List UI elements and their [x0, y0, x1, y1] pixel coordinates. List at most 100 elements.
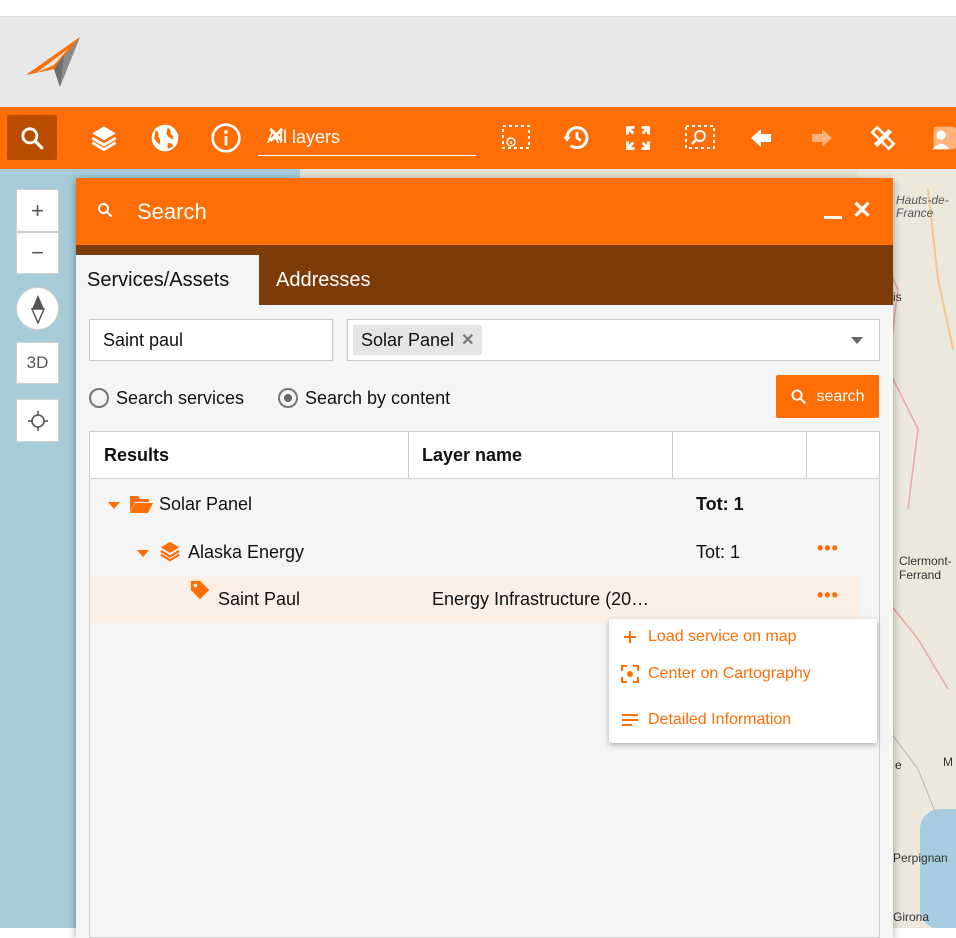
main-toolbar: All layers ✕ [0, 107, 956, 169]
user-icon [932, 126, 956, 150]
list-lines-icon [621, 713, 639, 727]
row-context-menu: Load service on map Center on Cartograph… [609, 619, 877, 743]
select-info-area-button[interactable] [499, 107, 533, 169]
layer-chip-label: Solar Panel [361, 329, 455, 350]
zoom-out-button[interactable]: − [16, 232, 59, 274]
search-icon [21, 126, 44, 149]
globe-icon [151, 124, 179, 152]
menu-item-load-service[interactable]: Load service on map [621, 625, 797, 649]
folder-open-icon [130, 496, 153, 513]
results-table-header: Results Layer name [90, 432, 879, 479]
map-label-fragment-m: M [943, 755, 953, 769]
column-header-total [673, 432, 807, 478]
menu-item-detailed-information[interactable]: Detailed Information [621, 708, 791, 732]
layer-multi-select[interactable]: Solar Panel ✕ [347, 319, 880, 361]
search-icon [98, 203, 113, 218]
arrow-right-icon [812, 129, 832, 147]
minimize-panel-button[interactable] [824, 216, 842, 219]
layers-icon [91, 126, 117, 152]
info-icon [211, 123, 241, 153]
menu-item-label: Load service on map [648, 628, 797, 645]
compass-button[interactable] [16, 287, 59, 330]
fullscreen-icon [626, 126, 650, 150]
map-label-region: Hauts-de-France [896, 193, 949, 220]
center-focus-icon [621, 665, 639, 683]
menu-item-label: Detailed Information [648, 711, 792, 728]
tab-services-assets[interactable]: Services/Assets [76, 255, 259, 305]
radio-circle-selected[interactable] [278, 388, 298, 408]
arrow-left-icon [751, 129, 771, 147]
expand-caret-icon[interactable] [108, 502, 120, 509]
compass-icon [30, 294, 45, 324]
app-logo [26, 37, 80, 87]
layers-button[interactable] [86, 107, 122, 169]
next-extent-button[interactable] [805, 107, 839, 169]
measure-tools-button[interactable] [866, 107, 900, 169]
radio-search-services[interactable]: Search services [89, 386, 244, 410]
search-button-label: search [816, 387, 865, 405]
map-label-fragment-e: e [895, 758, 902, 772]
history-button[interactable] [560, 107, 594, 169]
layers-icon [160, 541, 180, 562]
clear-layer-filter-button[interactable]: ✕ [267, 123, 468, 149]
search-panel-title: Search [137, 199, 207, 224]
search-query-input[interactable]: Saint paul [89, 319, 333, 361]
radio-label: Search services [116, 387, 245, 408]
app-header [0, 17, 956, 107]
map-label-fragment-is: is [893, 290, 902, 304]
column-header-layer-name: Layer name [409, 432, 673, 478]
search-panel: Search ✕ Services/Assets Addresses Saint… [76, 178, 893, 938]
remove-chip-button[interactable]: ✕ [461, 330, 474, 350]
tag-icon [190, 580, 210, 600]
map-label-girona: Girona [893, 910, 930, 924]
map-label-perpignan: Perpignan [893, 851, 948, 865]
row-actions-more-icon[interactable]: ••• [817, 585, 839, 606]
zoom-to-area-button[interactable] [682, 107, 718, 169]
row-label: Solar Panel [159, 494, 253, 514]
user-button[interactable] [928, 107, 956, 169]
locate-me-button[interactable] [16, 399, 59, 442]
plus-icon [621, 630, 639, 644]
search-icon [792, 389, 807, 404]
search-panel-header: Search ✕ [76, 178, 893, 245]
menu-item-center-cartography[interactable]: Center on Cartography [621, 662, 811, 686]
row-actions-more-icon[interactable]: ••• [817, 538, 839, 559]
dashed-selection-info-icon [502, 125, 530, 149]
layer-chip: Solar Panel ✕ [353, 325, 483, 355]
row-total: Tot: 1 [696, 494, 744, 514]
search-tabs: Services/Assets Addresses [76, 245, 893, 305]
row-label: Saint Paul [218, 589, 301, 609]
row-label: Alaska Energy [188, 542, 305, 562]
ruler-pencil-icon [870, 125, 896, 151]
column-header-actions [807, 432, 879, 478]
results-table: Results Layer name Solar Panel Tot: 1 Al… [89, 431, 880, 938]
menu-item-label: Center on Cartography [648, 665, 811, 682]
previous-extent-button[interactable] [744, 107, 778, 169]
column-header-results: Results [90, 432, 409, 478]
chevron-down-icon[interactable] [851, 337, 863, 344]
search-button[interactable]: search [776, 375, 879, 418]
tab-addresses[interactable]: Addresses [265, 255, 382, 305]
table-row[interactable]: Alaska Energy Tot: 1 ••• [90, 529, 860, 576]
crosshair-icon [27, 410, 48, 431]
globe-button[interactable] [147, 107, 183, 169]
table-row-selected[interactable]: Saint Paul Energy Infrastructure (20… ••… [90, 576, 860, 623]
close-panel-button[interactable]: ✕ [852, 196, 872, 225]
row-layer-name: Energy Infrastructure (20… [432, 589, 650, 609]
view-3d-button[interactable]: 3D [16, 342, 59, 384]
table-row[interactable]: Solar Panel Tot: 1 [90, 481, 860, 528]
map-label-clermont: Clermont-Ferrand [899, 554, 952, 582]
info-button[interactable] [208, 107, 244, 169]
radio-search-by-content[interactable]: Search by content [278, 386, 450, 410]
zoom-in-button[interactable]: + [16, 189, 59, 232]
top-strip [0, 0, 956, 17]
row-total: Tot: 1 [696, 542, 741, 562]
search-tool-button[interactable] [7, 115, 57, 160]
radio-circle[interactable] [89, 388, 109, 408]
history-icon [563, 126, 589, 150]
expand-caret-icon[interactable] [137, 550, 149, 557]
layer-filter-field[interactable]: All layers ✕ [258, 119, 476, 156]
radio-label: Search by content [305, 387, 451, 408]
fullscreen-button[interactable] [621, 107, 655, 169]
dashed-zoom-area-icon [685, 125, 715, 149]
